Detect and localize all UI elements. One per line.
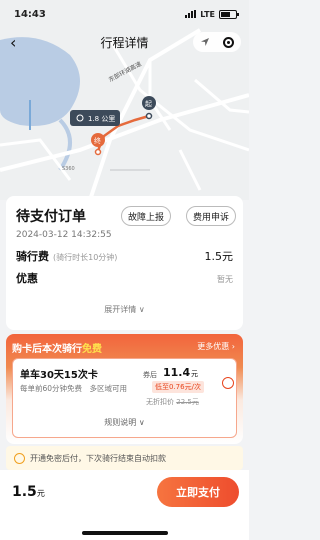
price-unit: 元 [191,370,198,378]
original-price-prefix: 无折扣价 [146,398,174,406]
report-fault-button[interactable]: 故障上报 [121,206,172,226]
fee-note: (骑行时长10分钟) [53,253,118,262]
price-tag: 低至0.76元/次 [152,381,204,393]
fee-row: 骑行费 (骑行时长10分钟) 1.5元 [16,248,233,264]
fee-value: 1.5元 [204,250,234,263]
signal-icon [185,10,197,18]
fee-appeal-button[interactable]: 费用申诉 [186,206,237,226]
discount-row: 优惠 暂无 [16,270,233,286]
more-offers-label: 更多优惠 [197,342,230,351]
distance-label: 1.8 公里 [88,115,115,123]
discount-value: 暂无 [217,275,233,284]
status-bar: 14:43 LTE [0,0,249,28]
chevron-down-icon: ∨ [138,305,145,314]
back-icon[interactable]: ‹ [10,33,16,52]
pay-now-button[interactable]: 立即支付 [157,477,239,507]
rules-label: 规则说明 [104,418,137,427]
autopay-text: 开通免密后付，下次骑行结束自动扣款 [30,453,166,463]
promo-headline-highlight: 免费 [82,344,102,355]
expand-details-label: 展开详情 [104,305,137,314]
order-time: 2024-03-12 14:32:55 [16,230,112,240]
rules-link[interactable]: 规则说明 ∨ [13,417,236,428]
more-offers-link[interactable]: 更多优惠 › [197,341,235,352]
recenter-icon[interactable] [223,36,235,48]
page-title: 行程详情 [100,35,149,50]
offer-price: 11.4 [163,366,191,379]
order-card: 待支付订单 2024-03-12 14:32:55 故障上报 费用申诉 骑行费 … [6,196,243,330]
promo-headline-text: 购卡后本次骑行 [12,344,82,355]
road-code: S360 [62,166,75,172]
offer-desc: 每单前60分钟免费 多区域可用 [20,384,128,393]
offer-select-radio[interactable] [222,377,234,389]
map-actions [193,32,241,52]
home-indicator [82,531,168,535]
total-amount: 1.5元 [12,484,45,500]
chevron-down-icon: ∨ [138,418,145,427]
total-value: 1.5 [12,484,37,500]
expand-details-link[interactable]: 展开详情 ∨ [6,304,243,315]
offer-title: 单车30天15次卡 [20,370,98,381]
start-marker-text: 起 [145,100,152,108]
fee-label: 骑行费 [16,250,49,263]
promo-card: 购卡后本次骑行免费 更多优惠 › 单车30天15次卡 每单前60分钟免费 多区域… [6,334,243,444]
original-price: 无折扣价 22.5元 [146,397,199,407]
price-prefix: 券后 [143,371,157,379]
promo-headline: 购卡后本次骑行免费 [12,340,102,355]
autopay-option[interactable]: 开通免密后付，下次骑行结束自动扣款 [6,446,243,470]
status-indicators: LTE [185,9,239,19]
location-arrow-icon[interactable] [200,37,210,47]
network-label: LTE [200,9,215,19]
ride-card-offer[interactable]: 单车30天15次卡 每单前60分钟免费 多区域可用 券后 11.4 元 低至0.… [12,358,237,438]
discount-label: 优惠 [16,272,38,285]
bottom-bar: 1.5元 立即支付 [0,470,249,540]
autopay-radio[interactable] [14,452,25,464]
chevron-right-icon: › [231,342,235,351]
battery-icon [219,9,239,19]
nav-bar: ‹ 行程详情 [0,28,249,56]
total-unit: 元 [36,489,45,498]
status-time: 14:43 [14,8,46,20]
original-price-value: 22.5元 [176,398,199,406]
end-marker-text: 终 [94,136,101,145]
